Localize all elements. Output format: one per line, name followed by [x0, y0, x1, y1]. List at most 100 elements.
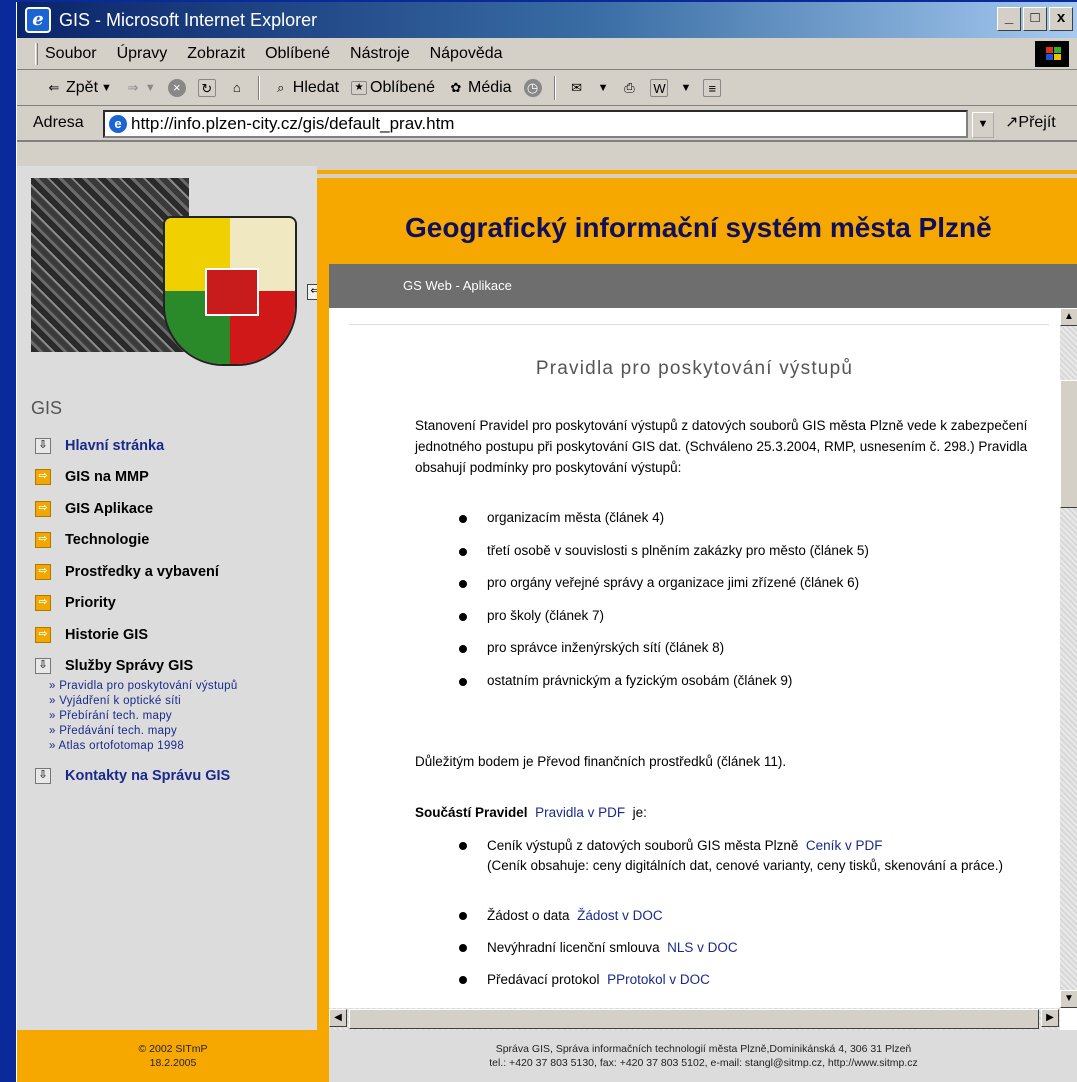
media-button[interactable]: ✿ Média	[447, 79, 512, 97]
right-arrow-icon: ⇨	[35, 532, 51, 549]
sidebar-heading: GIS	[31, 398, 63, 418]
maximize-button[interactable]: □	[1023, 7, 1047, 31]
scroll-left-icon[interactable]: ◀	[329, 1009, 347, 1027]
scroll-right-icon[interactable]: ▶	[1041, 1009, 1059, 1027]
nav-item-hlavni-stranka[interactable]: ⇩ Hlavní stránka	[35, 430, 315, 462]
chevron-down-icon[interactable]: ▼	[145, 82, 156, 94]
site-header: Geografický informační systém města Plzn…	[317, 166, 1077, 264]
nav-item-historie-gis[interactable]: ⇨ Historie GIS	[35, 619, 315, 651]
horizontal-scrollbar[interactable]: ◀ ▶	[329, 1008, 1060, 1030]
chevron-down-icon[interactable]: ▼	[680, 82, 691, 94]
discuss-icon[interactable]: ≡	[703, 78, 722, 97]
nav-label: Hlavní stránka	[65, 437, 165, 454]
nav-item-prostredky[interactable]: ⇨ Prostředky a vybavení	[35, 556, 315, 588]
nav-item-gis-na-mmp[interactable]: ⇨ GIS na MMP	[35, 462, 315, 494]
page-icon: e	[109, 115, 127, 133]
list-item: organizacím města (článek 4)	[459, 510, 869, 543]
address-dropdown-button[interactable]: ▼	[972, 112, 994, 138]
list-item: pro orgány veřejné správy a organizace j…	[459, 575, 869, 608]
back-arrow-icon: ⇐	[48, 79, 60, 95]
address-input[interactable]: e http://info.plzen-city.cz/gis/default_…	[103, 110, 968, 138]
right-arrow-icon: ⇨	[35, 500, 51, 517]
menu-oblibene[interactable]: Oblíbené	[265, 45, 330, 63]
menu-upravy[interactable]: Úpravy	[117, 45, 168, 63]
part-paragraph: Součástí Pravidel Pravidla v PDF je:	[415, 805, 647, 820]
vertical-scrollbar[interactable]: ▲ ▼	[1060, 308, 1077, 1008]
minimize-button[interactable]: _	[997, 7, 1021, 31]
toolbar-separator	[257, 75, 260, 100]
menu-zobrazit[interactable]: Zobrazit	[187, 45, 245, 63]
search-icon: ⌕	[277, 79, 285, 95]
go-button[interactable]: ↗Přejít	[1005, 112, 1056, 132]
chevron-down-icon[interactable]: ▼	[598, 82, 609, 94]
footer-copyright: © 2002 SITmP 18.2.2005	[17, 1030, 329, 1082]
title-bar: e GIS - Microsoft Internet Explorer _ □ …	[17, 2, 1077, 38]
copyright-text: © 2002 SITmP	[138, 1043, 208, 1055]
subheader-bar: GS Web - Aplikace	[317, 264, 1077, 308]
stop-icon[interactable]: ×	[167, 78, 186, 97]
part-label: Součástí Pravidel	[415, 805, 528, 820]
subnav-item-prebirani[interactable]: » Přebírání tech. mapy	[49, 709, 315, 724]
nav-item-gis-aplikace[interactable]: ⇨ GIS Aplikace	[35, 493, 315, 525]
pravidla-pdf-link[interactable]: Pravidla v PDF	[535, 805, 625, 820]
cenik-pdf-link[interactable]: Ceník v PDF	[806, 838, 883, 853]
nav-item-kontakty[interactable]: ⇩ Kontakty na Správu GIS	[35, 760, 315, 792]
scroll-up-icon[interactable]: ▲	[1060, 308, 1077, 326]
scroll-down-icon[interactable]: ▼	[1060, 990, 1077, 1008]
subnav-item-vyjadreni[interactable]: » Vyjádření k optické síti	[49, 694, 315, 709]
print-icon[interactable]: ⎙	[620, 79, 638, 97]
history-icon[interactable]: ◷	[523, 78, 542, 97]
home-icon[interactable]: ⌂	[228, 79, 246, 97]
back-label: Zpět	[66, 78, 99, 96]
nav-label: Prostředky a vybavení	[65, 563, 219, 580]
search-label: Hledat	[292, 78, 340, 96]
favorites-button[interactable]: ★ Oblíbené	[351, 79, 435, 97]
down-arrow-icon: ⇩	[35, 767, 51, 784]
orange-strip	[317, 264, 329, 1082]
attachments-list: Ceník výstupů z datových souborů GIS měs…	[459, 836, 1059, 1002]
sidebar: ⇐ GIS ⇩ Hlavní stránka ⇨ GIS na MMP ⇨ GI…	[17, 166, 323, 1082]
list-item: pro správce inženýrských sítí (článek 8)	[459, 640, 869, 673]
nav-label: Kontakty na Správu GIS	[65, 767, 231, 784]
refresh-icon[interactable]: ↻	[197, 78, 216, 97]
hscroll-thumb[interactable]	[349, 1009, 1039, 1029]
page-title: Pravidla pro poskytování výstupů	[535, 358, 854, 379]
go-arrow-icon: ↗	[1005, 114, 1019, 131]
close-button[interactable]: x	[1049, 7, 1073, 31]
nav-item-technologie[interactable]: ⇨ Technologie	[35, 525, 315, 557]
windows-logo-icon	[1035, 41, 1069, 67]
address-url: http://info.plzen-city.cz/gis/default_pr…	[131, 114, 455, 133]
nav-item-priority[interactable]: ⇨ Priority	[35, 588, 315, 620]
nav-label: GIS na MMP	[65, 469, 149, 486]
subnav-item-predavani[interactable]: » Předávání tech. mapy	[49, 724, 315, 739]
edit-icon[interactable]: W	[650, 78, 669, 97]
right-arrow-icon: ⇨	[35, 595, 51, 612]
zadost-doc-link[interactable]: Žádost v DOC	[577, 908, 663, 923]
subnav-item-atlas[interactable]: » Atlas ortofotomap 1998	[49, 739, 315, 754]
mail-icon[interactable]: ✉	[568, 79, 586, 97]
intro-paragraph: Stanovení Pravidel pro poskytování výstu…	[415, 418, 1028, 475]
forward-button[interactable]: ⇒ ▼	[124, 79, 156, 97]
media-icon: ✿	[450, 79, 462, 95]
media-label: Média	[467, 78, 512, 96]
chevron-down-icon[interactable]: ▼	[101, 82, 112, 94]
nls-doc-link[interactable]: NLS v DOC	[667, 940, 738, 955]
favorites-icon: ★	[351, 80, 368, 95]
page-content: ⇐ GIS ⇩ Hlavní stránka ⇨ GIS na MMP ⇨ GI…	[17, 166, 1077, 1082]
search-button[interactable]: ⌕ Hledat	[272, 79, 339, 97]
site-title: Geografický informační systém města Plzn…	[405, 212, 992, 243]
browser-window: e GIS - Microsoft Internet Explorer _ □ …	[16, 2, 1077, 1082]
article: Pravidla pro poskytování výstupů Stanove…	[329, 308, 1060, 1008]
subnav-item-pravidla[interactable]: » Pravidla pro poskytování výstupů	[49, 679, 315, 694]
scroll-thumb[interactable]	[1060, 380, 1077, 508]
menu-napoveda[interactable]: Nápověda	[430, 45, 503, 63]
back-button[interactable]: ⇐ Zpět ▼	[45, 79, 112, 97]
list-item: Nevýhradní licenční smlouva NLS v DOC	[459, 938, 1059, 970]
toolbar-separator	[553, 75, 556, 100]
nav-item-sluzby-spravy-gis[interactable]: ⇩ Služby Správy GIS	[35, 651, 315, 683]
right-arrow-icon: ⇨	[35, 563, 51, 580]
menu-soubor[interactable]: Soubor	[45, 45, 97, 63]
protokol-doc-link[interactable]: PProtokol v DOC	[607, 972, 710, 987]
menu-nastroje[interactable]: Nástroje	[350, 45, 410, 63]
list-item: Ceník výstupů z datových souborů GIS měs…	[459, 836, 1059, 906]
